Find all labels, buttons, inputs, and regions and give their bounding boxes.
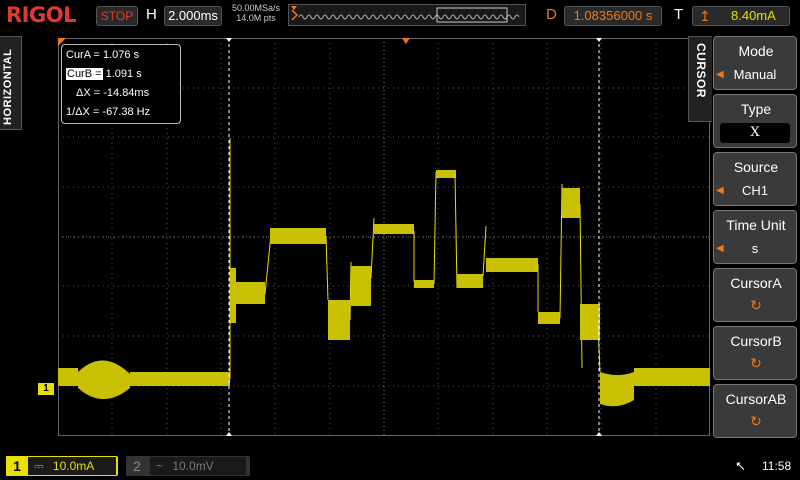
- sample-rate: 50.00MSa/s: [228, 3, 284, 13]
- cursor-a-top-marker-icon: [226, 38, 232, 42]
- mode-menu-button[interactable]: Mode ◀ Manual: [713, 36, 797, 90]
- time-unit-label: Time Unit: [714, 217, 798, 233]
- delay-label: D: [546, 6, 557, 23]
- rotary-knob-icon: ↻: [714, 297, 798, 314]
- trigger-label: T: [674, 6, 683, 23]
- rotary-knob-icon: ↻: [714, 413, 798, 430]
- timebase-text: 2.000ms: [165, 7, 221, 25]
- cursor-b-label: CurB =: [66, 68, 103, 80]
- type-menu-button[interactable]: Type X: [713, 94, 797, 148]
- mode-value: Manual: [720, 65, 790, 85]
- inverse-delta-x-value: -67.38 Hz: [102, 106, 150, 118]
- trigger-edge-icon: ↥: [699, 7, 711, 25]
- cursor-readout-panel: CurA = 1.076 s CurB = 1.091 s ΔX = -14.8…: [61, 44, 181, 124]
- time-unit-value: s: [720, 239, 790, 259]
- trigger-level-text: 8.40mA: [731, 7, 776, 25]
- channel-2-status[interactable]: 2 ~ 10.0mV: [126, 456, 250, 476]
- horizontal-label: H: [146, 6, 157, 23]
- channel-2-number: 2: [126, 456, 148, 476]
- inverse-delta-x-label: 1/ΔX =: [66, 106, 99, 118]
- cursor-b-top-marker-icon: [596, 38, 602, 42]
- horizontal-tab-label: HORIZONTAL: [2, 49, 14, 125]
- timebase-value[interactable]: 2.000ms: [164, 6, 222, 26]
- ch1-offset-marker[interactable]: 1: [38, 383, 54, 395]
- cursor-a-menu-label: CursorA: [714, 275, 798, 291]
- source-menu-button[interactable]: Source ◀ CH1: [713, 152, 797, 206]
- type-label: Type: [714, 101, 798, 117]
- delta-x-value: -14.84ms: [103, 87, 149, 99]
- usb-icon: ⭦: [736, 458, 745, 475]
- horizontal-menu-tab[interactable]: HORIZONTAL: [0, 36, 22, 130]
- memory-depth: 14.0M pts: [228, 13, 284, 23]
- channel-1-settings: ⎓ 10.0mA: [28, 457, 116, 475]
- cursor-tab-label: CURSOR: [694, 43, 708, 98]
- run-stop-status[interactable]: STOP: [96, 6, 138, 26]
- channel-2-settings: ~ 10.0mV: [150, 457, 246, 475]
- channel-1-scale: 10.0mA: [53, 459, 94, 473]
- ac-coupling-icon: ~: [156, 459, 163, 473]
- channel-2-scale: 10.0mV: [172, 459, 213, 473]
- dc-coupling-icon: ⎓: [34, 459, 44, 473]
- cursor-menu-tab[interactable]: CURSOR: [688, 36, 712, 122]
- cursor-a-value: 1.076 s: [103, 49, 139, 61]
- cursor-ab-menu-label: CursorAB: [714, 391, 798, 407]
- delta-x-label: ΔX =: [76, 87, 100, 99]
- source-value: CH1: [720, 181, 790, 201]
- inverse-delta-x-row: 1/ΔX = -67.38 Hz: [66, 104, 150, 120]
- rotary-knob-icon: ↻: [714, 355, 798, 372]
- clock: 11:58: [762, 459, 791, 473]
- trigger-position-icon: [402, 38, 410, 44]
- cursor-a-label: CurA =: [66, 49, 100, 61]
- delta-x-row: ΔX = -14.84ms: [76, 85, 149, 101]
- top-status-bar: RIGOL STOP H 2.000ms 50.00MSa/s 14.0M pt…: [0, 0, 800, 30]
- cursor-b-menu-label: CursorB: [714, 333, 798, 349]
- delay-value[interactable]: 1.08356000 s: [564, 6, 662, 26]
- mode-label: Mode: [714, 43, 798, 59]
- cursor-b-menu-button[interactable]: CursorB ↻: [713, 326, 797, 380]
- cursor-a-row: CurA = 1.076 s: [66, 47, 139, 63]
- cursor-b-row: CurB = 1.091 s: [66, 66, 142, 82]
- memory-trigger-arrow-icon: [291, 6, 297, 10]
- time-unit-menu-button[interactable]: Time Unit ◀ s: [713, 210, 797, 264]
- cursor-a-bottom-marker-icon: [226, 432, 232, 436]
- cursor-ab-menu-button[interactable]: CursorAB ↻: [713, 384, 797, 438]
- memory-overview-strip[interactable]: [288, 4, 526, 26]
- cursor-b-value: 1.091 s: [106, 68, 142, 80]
- trigger-value[interactable]: ↥ ⑖ 8.40mA: [692, 6, 790, 26]
- cursor-a-menu-button[interactable]: CursorA ↻: [713, 268, 797, 322]
- type-value: X: [720, 123, 790, 143]
- rigol-logo: RIGOL: [6, 3, 76, 27]
- trigger-position-marker-icon: [292, 10, 297, 20]
- source-label: Source: [714, 159, 798, 175]
- channel-1-number: 1: [6, 456, 28, 476]
- delay-text: 1.08356000 s: [565, 7, 661, 25]
- run-status-text: STOP: [97, 7, 137, 25]
- sample-rate-info: 50.00MSa/s 14.0M pts: [228, 3, 284, 23]
- channel-1-status[interactable]: 1 ⎓ 10.0mA: [6, 456, 118, 476]
